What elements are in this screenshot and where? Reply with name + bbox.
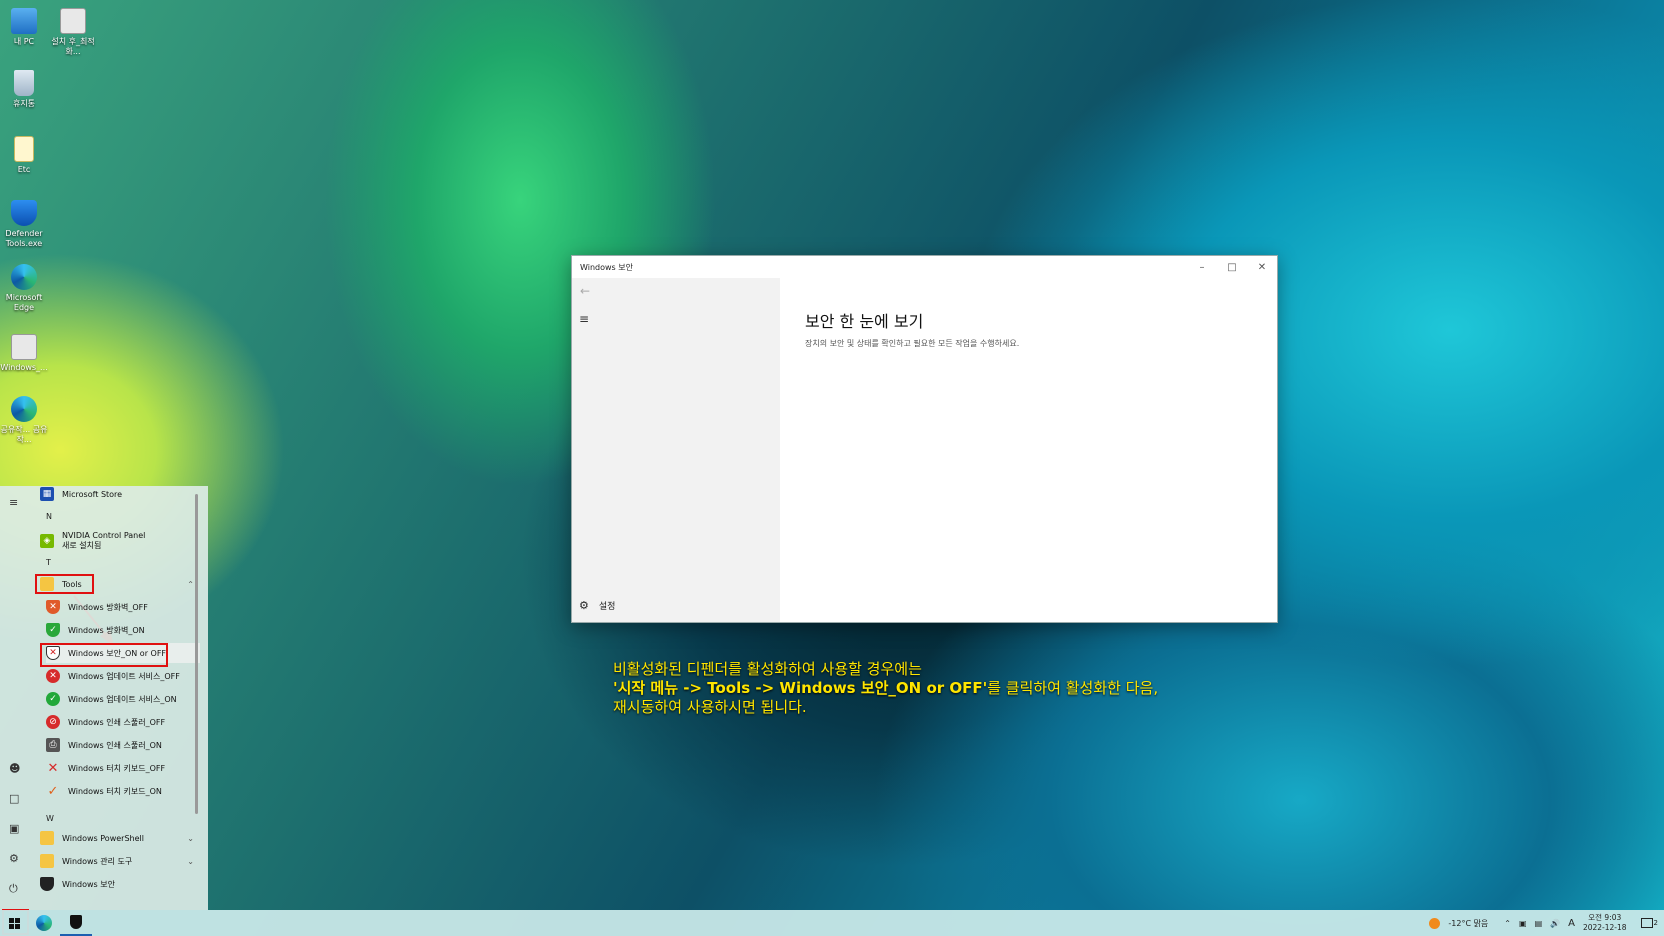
app-touch-keyboard-on[interactable]: ✓ Windows 터치 키보드_ON [46, 781, 200, 801]
edge-icon [11, 396, 37, 422]
desktop-icon-this-pc[interactable]: 내 PC [0, 8, 51, 47]
hamburger-menu-icon[interactable]: ≡ [9, 496, 18, 509]
store-icon: ▦ [40, 487, 54, 501]
recycle-bin-icon [14, 70, 34, 96]
app-print-spooler-on[interactable]: ⎙ Windows 인쇄 스풀러_ON [46, 735, 200, 755]
instruction-line-2: '시작 메뉴 -> Tools -> Windows 보안_ON or OFF'… [613, 679, 1159, 697]
desktop-icon-defender-tools[interactable]: Defender Tools.exe [0, 200, 51, 249]
app-print-spooler-off[interactable]: ⊘ Windows 인쇄 스풀러_OFF [46, 712, 200, 732]
app-firewall-on[interactable]: ✓ Windows 방화벽_ON [46, 620, 200, 640]
desktop-icon-windows[interactable]: Windows_... [0, 334, 51, 373]
taskbar-edge[interactable] [28, 910, 60, 936]
red-x-icon: ✕ [47, 760, 59, 776]
gear-shortcut-icon [60, 8, 86, 34]
windows-security-window: Windows 보안 – □ ✕ ← ≡ ⚙ 설정 보안 한 눈에 보기 장치의… [571, 255, 1278, 623]
chevron-down-icon: ⌄ [187, 833, 194, 843]
window-titlebar[interactable]: Windows 보안 – □ ✕ [572, 256, 1277, 278]
desktop-icon-shared[interactable]: 공유작... 공유작... [0, 396, 51, 445]
shield-icon [40, 877, 54, 891]
start-menu-rail: ≡ ☻ □ ▣ ⚙ ⏻ [0, 486, 32, 910]
settings-gear-icon[interactable]: ⚙ [9, 852, 19, 865]
desktop-icon-recycle-bin[interactable]: 휴지통 [0, 70, 51, 109]
printer-icon: ⎙ [46, 738, 60, 752]
minimize-button[interactable]: – [1187, 256, 1217, 278]
maximize-button[interactable]: □ [1217, 256, 1247, 278]
folder-windows-admin-tools[interactable]: Windows 관리 도구 ⌄ [40, 851, 200, 871]
desktop-icon-edge[interactable]: Microsoft Edge [0, 264, 51, 313]
app-firewall-off[interactable]: ✕ Windows 방화벽_OFF [46, 597, 200, 617]
letter-header-w[interactable]: W [46, 814, 54, 823]
start-menu: ≡ ☻ □ ▣ ⚙ ⏻ ▦ Microsoft Store N ◈ NVIDIA… [0, 486, 208, 910]
gear-icon: ⚙ [579, 599, 589, 612]
clock[interactable]: 오전 9:03 2022-12-18 [1583, 913, 1627, 933]
language-icon[interactable]: ▣ [1519, 919, 1527, 928]
network-icon[interactable]: ▤ [1535, 919, 1543, 928]
page-subtitle: 장치의 보안 및 상태를 확인하고 필요한 모든 작업을 수행하세요. [805, 339, 1020, 348]
folder-windows-powershell[interactable]: Windows PowerShell ⌄ [40, 828, 200, 848]
page-title: 보안 한 눈에 보기 [805, 312, 924, 331]
notification-center-button[interactable]: 2 [1640, 918, 1658, 928]
notification-icon [1640, 918, 1653, 928]
weather-sun-icon[interactable] [1429, 917, 1441, 929]
app-nvidia-control-panel[interactable]: ◈ NVIDIA Control Panel 새로 설치됨 [40, 528, 200, 554]
close-button[interactable]: ✕ [1247, 256, 1277, 278]
settings-nav-item[interactable]: ⚙ 설정 [579, 599, 615, 612]
chevron-down-icon: ⌄ [187, 856, 194, 866]
letter-header-n[interactable]: N [46, 512, 52, 521]
taskbar-windows-security[interactable] [60, 910, 92, 936]
green-check-circle-icon: ✓ [46, 692, 60, 706]
shield-icon [70, 915, 82, 929]
notification-count: 2 [1653, 919, 1658, 927]
power-icon[interactable]: ⏻ [9, 882, 18, 896]
instruction-annotation: 비활성화된 디펜더를 활성화하여 사용할 경우에는 '시작 메뉴 -> Tool… [613, 660, 1158, 717]
instruction-line-1: 비활성화된 디펜더를 활성화하여 사용할 경우에는 [613, 660, 922, 678]
window-title: Windows 보안 [580, 262, 633, 272]
firewall-off-icon: ✕ [46, 600, 60, 614]
navigation-pane: ← ≡ ⚙ 설정 [572, 278, 780, 622]
gear-shortcut-icon [11, 334, 37, 360]
instruction-line-3: 재시동하여 사용하시면 됩니다. [613, 698, 807, 716]
edge-icon [11, 264, 37, 290]
pictures-icon[interactable]: ▣ [9, 822, 19, 835]
user-icon[interactable]: ☻ [9, 762, 20, 775]
scrollbar[interactable] [195, 494, 198, 814]
desktop-icon-setup-optimize[interactable]: 설치 후_최적화... [46, 8, 100, 57]
ime-indicator[interactable]: A [1568, 918, 1575, 929]
back-arrow-icon[interactable]: ← [580, 284, 590, 298]
red-x-circle-icon: ✕ [46, 669, 60, 683]
app-microsoft-store[interactable]: ▦ Microsoft Store [40, 484, 200, 504]
firewall-on-icon: ✓ [46, 623, 60, 637]
highlight-security-on-off [40, 643, 168, 667]
app-touch-keyboard-off[interactable]: ✕ Windows 터치 키보드_OFF [46, 758, 200, 778]
chevron-up-icon: ⌃ [187, 579, 194, 589]
app-update-service-on[interactable]: ✓ Windows 업데이트 서비스_ON [46, 689, 200, 709]
highlight-tools [35, 574, 94, 594]
app-list: ▦ Microsoft Store N ◈ NVIDIA Control Pan… [36, 486, 200, 910]
desktop-icon-etc[interactable]: Etc [0, 136, 51, 175]
folder-icon [40, 831, 54, 845]
app-update-service-off[interactable]: ✕ Windows 업데이트 서비스_OFF [46, 666, 200, 686]
orange-check-icon: ✓ [47, 783, 59, 799]
file-icon [14, 136, 34, 162]
documents-icon[interactable]: □ [9, 792, 19, 805]
start-button[interactable] [0, 910, 28, 936]
main-content: 보안 한 눈에 보기 장치의 보안 및 상태를 확인하고 필요한 모든 작업을 … [780, 278, 1277, 622]
taskbar: -12°C 맑음 ⌃ ▣ ▤ 🔊 A 오전 9:03 2022-12-18 2 [0, 910, 1664, 936]
edge-icon [36, 915, 52, 931]
app-windows-security[interactable]: Windows 보안 [40, 874, 200, 894]
hamburger-menu-icon[interactable]: ≡ [579, 312, 589, 326]
no-entry-icon: ⊘ [46, 715, 60, 729]
system-tray: -12°C 맑음 ⌃ ▣ ▤ 🔊 A 오전 9:03 2022-12-18 2 [1429, 910, 1664, 936]
volume-icon[interactable]: 🔊 [1550, 919, 1560, 928]
letter-header-t[interactable]: T [46, 558, 51, 567]
weather-text[interactable]: -12°C 맑음 [1448, 918, 1488, 929]
shield-icon [11, 200, 37, 226]
nvidia-icon: ◈ [40, 534, 54, 548]
chevron-up-icon[interactable]: ⌃ [1504, 919, 1511, 928]
monitor-icon [11, 8, 37, 34]
settings-label: 설정 [598, 602, 616, 612]
folder-icon [40, 854, 54, 868]
windows-logo-icon [8, 917, 20, 929]
